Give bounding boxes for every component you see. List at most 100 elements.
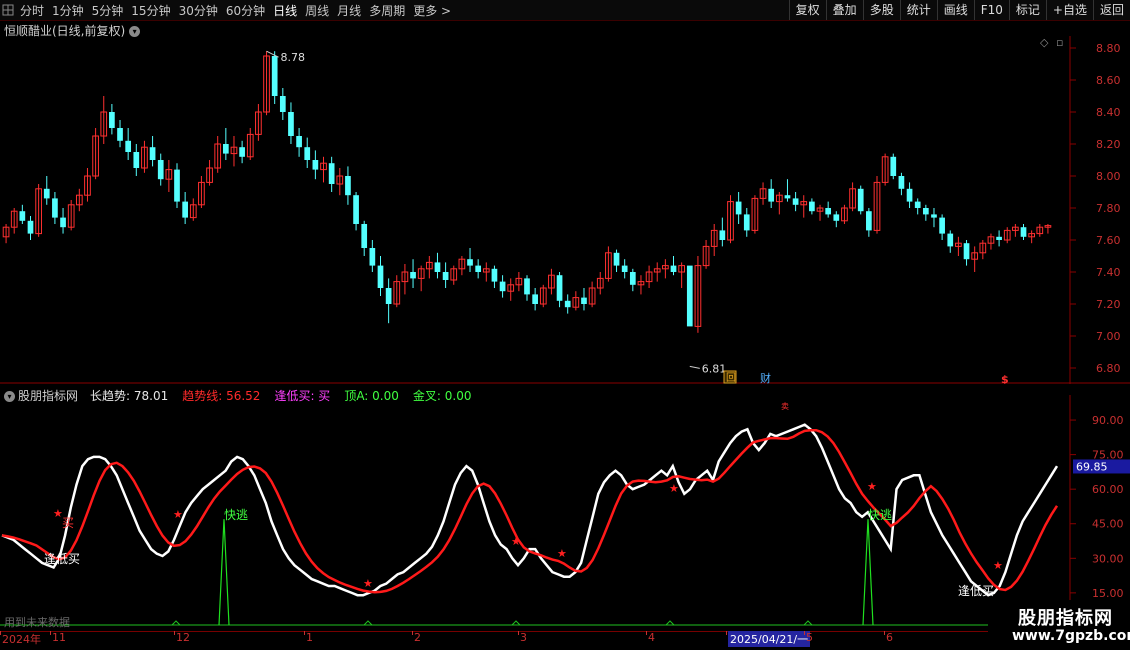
candle-body xyxy=(109,112,115,128)
minor-spike xyxy=(363,620,373,626)
date-tick xyxy=(412,631,413,635)
time-axis xyxy=(0,631,990,647)
date-tick xyxy=(804,631,805,635)
indicator-tick-label: 60.00 xyxy=(1092,483,1124,496)
indicator-chart[interactable]: 90.0075.0060.0045.0030.0015.0069.85逢低买逢低… xyxy=(0,395,1130,631)
candle-body xyxy=(434,262,441,272)
date-label: 6 xyxy=(886,631,893,644)
tab-period-6[interactable]: 日线 xyxy=(269,2,301,19)
tab-period-5[interactable]: 60分钟 xyxy=(222,2,269,19)
tab-period-9[interactable]: 多周期 xyxy=(365,2,409,19)
quick-escape-label: 快逃 xyxy=(224,508,248,522)
date-tick xyxy=(304,631,305,635)
crossover-marker: ★ xyxy=(511,535,521,548)
crossover-marker: ★ xyxy=(867,480,877,493)
candle-body xyxy=(556,275,563,301)
candle-body xyxy=(125,140,132,152)
candle-body xyxy=(304,147,311,160)
minor-spike xyxy=(665,620,675,626)
low-pointer xyxy=(689,365,700,369)
buy-low-label: 逢低买 xyxy=(958,584,994,598)
candle-body xyxy=(361,224,368,248)
more-periods-button[interactable]: 更多 > xyxy=(409,2,455,19)
candle-body xyxy=(890,156,897,176)
watermark-title: 股朋指标网 xyxy=(1018,608,1113,629)
toolbar-button-3[interactable]: 统计 xyxy=(899,0,937,20)
tab-period-4[interactable]: 30分钟 xyxy=(175,2,222,19)
toolbar-button-4[interactable]: 画线 xyxy=(936,0,974,20)
candle-body xyxy=(149,147,156,160)
indicator-tick-label: 45.00 xyxy=(1092,518,1124,531)
date-tick xyxy=(50,631,51,635)
candle-body xyxy=(922,208,929,215)
candle-body xyxy=(947,233,954,247)
indicator-tick-label: 30.00 xyxy=(1092,552,1124,565)
date-label: 12 xyxy=(176,631,190,644)
candle-body xyxy=(442,272,449,280)
price-tick-label: 7.20 xyxy=(1096,298,1121,311)
candle-body xyxy=(377,265,384,288)
tab-period-1[interactable]: 1分钟 xyxy=(48,2,88,19)
period-toolbar: 分时 1分钟 5分钟 15分钟 30分钟 60分钟 日线 周线 月线 多周期 更多 > 复权 叠加多… xyxy=(0,0,1130,21)
high-price-label: 8.78 xyxy=(281,51,306,64)
tab-period-3[interactable]: 15分钟 xyxy=(127,2,174,19)
dividend-badge: $ xyxy=(1001,373,1009,384)
price-tick-label: 7.00 xyxy=(1096,330,1121,343)
crossover-marker: ★ xyxy=(363,577,373,590)
indicator-tick-label: 90.00 xyxy=(1092,414,1124,427)
toolbar-button-8[interactable]: 返回 xyxy=(1092,0,1130,20)
layout-grid-icon[interactable] xyxy=(0,0,16,20)
candle-body xyxy=(271,56,278,96)
candle-body xyxy=(133,152,140,168)
candle-body xyxy=(117,128,123,141)
low-price-label: 6.81 xyxy=(702,362,727,375)
toolbar-right-buttons: 复权 叠加 多股 统计 画线 F10 标记 +自选 返回 xyxy=(788,0,1130,20)
candle-body xyxy=(866,211,872,231)
minor-spike xyxy=(511,620,521,626)
candle-body xyxy=(670,265,677,272)
candle-body xyxy=(857,188,864,212)
candle-body xyxy=(369,248,376,266)
toolbar-button-0[interactable]: 复权 xyxy=(788,0,826,20)
candle-body xyxy=(60,217,66,228)
candle-body xyxy=(564,300,571,308)
date-tick xyxy=(174,631,175,635)
minor-spike xyxy=(171,620,181,626)
date-label: 11 xyxy=(52,631,66,644)
diamond-icon: ◇ xyxy=(1040,36,1049,49)
candle-body xyxy=(222,144,229,154)
date-label: 1 xyxy=(306,631,313,644)
candle-body xyxy=(524,278,530,295)
toolbar-button-7[interactable]: +自选 xyxy=(1045,0,1093,20)
toolbar-button-1[interactable]: 叠加 xyxy=(825,0,863,20)
tab-period-7[interactable]: 周线 xyxy=(301,2,333,19)
candle-body xyxy=(345,176,351,196)
candle-body xyxy=(768,188,775,202)
crossover-marker: ★ xyxy=(669,482,679,495)
candle-body xyxy=(467,259,473,266)
candle-body xyxy=(825,208,832,215)
candle-body xyxy=(182,201,188,218)
price-tick-label: 8.80 xyxy=(1096,42,1121,55)
candle-body xyxy=(833,214,840,221)
candle-body xyxy=(996,236,1002,240)
crossover-marker: ★ xyxy=(557,547,567,560)
price-tick-label: 7.80 xyxy=(1096,202,1121,215)
price-tick-label: 8.40 xyxy=(1096,106,1121,119)
date-tick xyxy=(884,631,885,635)
finance-badge: 财 xyxy=(760,371,771,384)
escape-spike xyxy=(218,519,230,626)
toolbar-button-2[interactable]: 多股 xyxy=(862,0,900,20)
tab-period-2[interactable]: 5分钟 xyxy=(88,2,128,19)
tab-period-8[interactable]: 月线 xyxy=(333,2,365,19)
candle-body xyxy=(906,188,913,202)
date-label: 5 xyxy=(806,631,813,644)
toolbar-button-6[interactable]: 标记 xyxy=(1008,0,1046,20)
toolbar-button-5[interactable]: F10 xyxy=(973,0,1009,20)
candle-body xyxy=(914,201,921,208)
tab-period-0[interactable]: 分时 xyxy=(16,2,48,19)
candle-body xyxy=(784,195,791,199)
long-trend-line xyxy=(1,423,1059,597)
escape-spike xyxy=(862,519,874,626)
candlestick-chart[interactable]: 8.80 8.60 8.40 8.20 8.00 7.80 7.60 7.40 7.20 7.00… xyxy=(0,36,1130,384)
